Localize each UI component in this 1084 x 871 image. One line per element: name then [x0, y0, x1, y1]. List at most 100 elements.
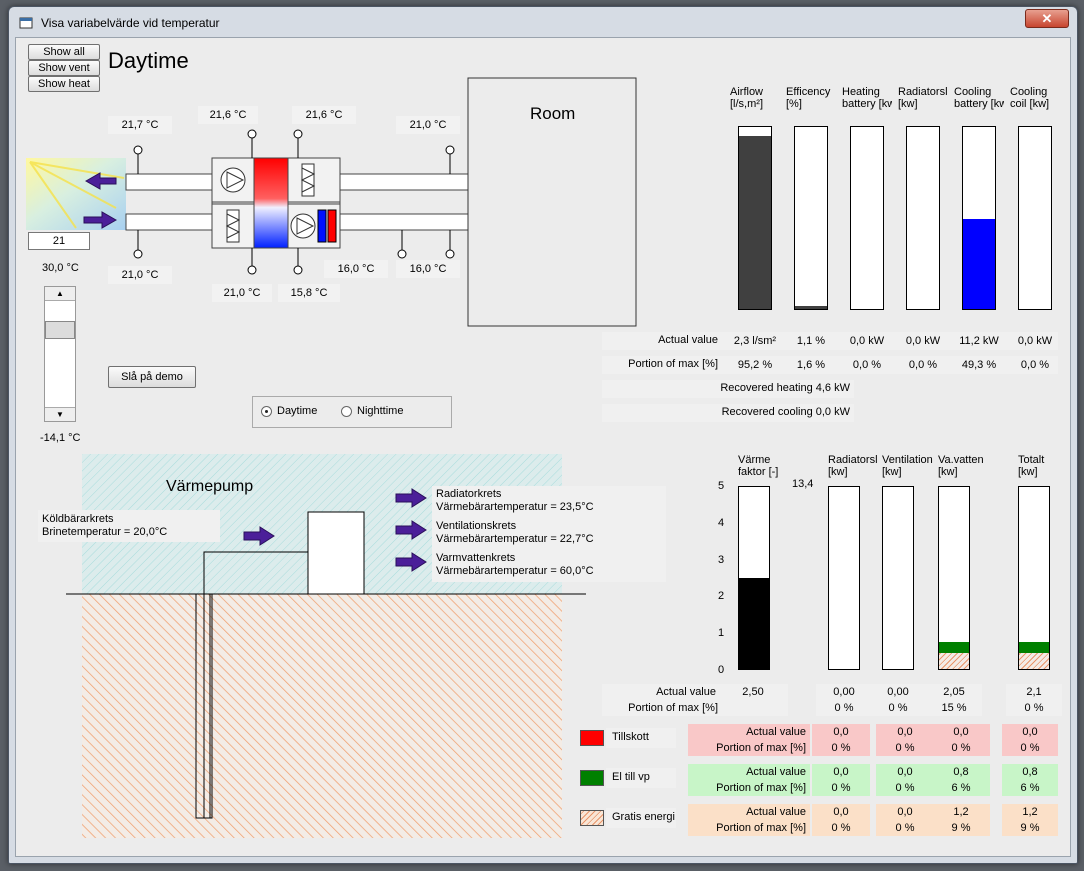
tillskott-portion-value: 0 % — [831, 742, 851, 754]
vent-bar — [1018, 126, 1052, 310]
nighttime-label: Nighttime — [357, 405, 404, 417]
gratis-portion-value: 9 % — [1020, 822, 1040, 834]
heatpump-title: Värmepump — [166, 478, 254, 495]
nighttime-radio[interactable] — [341, 406, 352, 417]
temperature-slider[interactable]: ▲ ▼ — [44, 286, 76, 422]
vent-col-header: Heating battery [kw] — [842, 86, 892, 110]
gratis-actual-value: 1,2 — [953, 806, 969, 818]
circuit-water-temp: Värmebärartemperatur = 60,0°C — [436, 565, 594, 577]
tillskott-portion-value: 0 % — [1020, 742, 1040, 754]
hp-ytick: 2 — [718, 590, 725, 603]
hp-actual-label: Actual value — [656, 686, 716, 698]
tillskott-actual-value: 0,0 — [897, 726, 913, 738]
el-portion-value: 6 % — [1020, 782, 1040, 794]
vent-actual-label: Actual value — [658, 334, 718, 346]
temp-bot-mid1: 21,0 °C — [212, 284, 272, 302]
circuit-vent-temp: Värmebärartemperatur = 22,7°C — [436, 533, 594, 545]
vent-actual-value: 11,2 kW — [959, 335, 999, 347]
app-window: Visa variabelvärde vid temperatur ✕ Show… — [8, 6, 1078, 864]
outdoor-temp-label: 30,0 °C — [42, 262, 79, 274]
slider-down-arrow-icon[interactable]: ▼ — [45, 407, 75, 421]
vent-actual-value: 0,0 kW — [1017, 335, 1053, 347]
vent-bar — [962, 126, 996, 310]
hp-value-box: 2,05 15 % — [926, 684, 982, 716]
daytime-radio[interactable] — [261, 406, 272, 417]
hp-actual-value: 0,00 — [833, 686, 855, 698]
recovered-cooling: Recovered cooling 0,0 kW — [602, 404, 854, 422]
gratis-portion-value: 9 % — [951, 822, 971, 834]
el-value-box: 0,8 6 % — [1002, 764, 1058, 796]
hp-bar — [1018, 486, 1050, 670]
vent-portion-value: 49,3 % — [961, 359, 997, 371]
tillskott-swatch — [580, 730, 604, 746]
gratis-value-box: 0,0 0 % — [812, 804, 870, 836]
hp-ytick: 5 — [718, 480, 725, 492]
tillskott-legend-label: Tillskott — [606, 728, 676, 748]
tillskott-value-box: 0,0 0 % — [1002, 724, 1058, 756]
tillskott-actual-value: 0,0 — [953, 726, 969, 738]
brine-panel: Köldbärarkrets Brinetemperatur = 20,0°C — [38, 510, 220, 542]
vent-portion-value: 0,0 % — [852, 359, 882, 371]
electric-fill — [1019, 641, 1049, 653]
tillskott-portion-value: 0 % — [951, 742, 971, 754]
demo-button[interactable]: Slå på demo — [108, 366, 196, 388]
vent-bar-fill — [795, 306, 827, 309]
gratis-value-box: 1,2 9 % — [1002, 804, 1058, 836]
el-actual-value: 0,8 — [1022, 766, 1038, 778]
hp-col-header: Totalt [kw] — [1018, 454, 1045, 478]
circuit-water-name: Varmvattenkrets — [436, 552, 516, 564]
slider-thumb[interactable] — [45, 320, 75, 339]
temp-bot-mid2: 15,8 °C — [278, 284, 340, 302]
close-button[interactable]: ✕ — [1025, 9, 1069, 28]
mode-radio-group: Daytime Nighttime — [252, 396, 452, 428]
vent-portion-value: 95,2 % — [737, 359, 773, 371]
gratis-actual-value: 1,2 — [1022, 806, 1038, 818]
gratis-labels: Actual value Portion of max [%] — [688, 804, 810, 836]
vent-actual-value: 0,0 kW — [849, 335, 885, 347]
hp-col-header: Radiatorsl [kw] — [828, 454, 878, 478]
hp-actual-value: 2,1 — [1026, 686, 1042, 698]
el-value-box: 0,0 0 % — [812, 764, 870, 796]
title-bar: Visa variabelvärde vid temperatur ✕ — [9, 7, 1077, 37]
temp-bot-left: 21,0 °C — [108, 266, 172, 284]
outdoor-temp-input[interactable] — [28, 232, 90, 250]
circuit-vent-name: Ventilationskrets — [436, 520, 517, 532]
temp-top-left: 21,7 °C — [108, 116, 172, 134]
vent-col-header: Efficency [%] — [786, 86, 831, 110]
hp-bar — [938, 486, 970, 670]
hp-ytick: 4 — [718, 516, 725, 529]
brine-temp: Brinetemperatur = 20,0°C — [42, 526, 168, 538]
vent-col-header: Radiatorsl [kw] — [898, 86, 948, 110]
hp-actual-value: 2,05 — [943, 686, 965, 698]
temp-bot-right1: 16,0 °C — [324, 260, 388, 278]
gratis-value-box: 0,0 0 % — [876, 804, 934, 836]
room-label: Room — [530, 104, 576, 123]
temp-top-mid2: 21,6 °C — [292, 106, 356, 124]
tillskott-value-box: 0,0 0 % — [932, 724, 990, 756]
hp-value-box: 0,00 0 % — [870, 684, 926, 716]
hp-value-box: 0,00 0 % — [816, 684, 872, 716]
hp-actual-value: 0,00 — [887, 686, 909, 698]
free-energy-fill — [939, 652, 969, 669]
el-actual-label: Actual value — [746, 766, 806, 778]
gratis-actual-value: 0,0 — [897, 806, 913, 818]
el-actual-value: 0,0 — [897, 766, 913, 778]
vent-col-header: Cooling coil [kw] — [1010, 86, 1050, 110]
recovered-heating: Recovered heating 4,6 kW — [602, 380, 854, 398]
circuits-panel: Radiatorkrets Värmebärartemperatur = 23,… — [432, 486, 666, 582]
hp-value-box: 2,50 — [724, 684, 782, 700]
hp-value-box: 2,1 0 % — [1006, 684, 1062, 716]
el-portion-value: 0 % — [895, 782, 915, 794]
hp-col-header: Va.vatten [kw] — [938, 454, 984, 478]
hp-actual-value: 2,50 — [742, 686, 764, 698]
hp-portion-value: 0 % — [834, 702, 854, 714]
app-icon — [19, 17, 33, 29]
window-title: Visa variabelvärde vid temperatur — [41, 16, 220, 30]
temp-bot-right2: 16,0 °C — [396, 260, 460, 278]
gratis-actual-value: 0,0 — [833, 806, 849, 818]
vent-bar — [794, 126, 828, 310]
el-portion-value: 6 % — [951, 782, 971, 794]
tillskott-actual-value: 0,0 — [833, 726, 849, 738]
tillskott-value-box: 0,0 0 % — [876, 724, 934, 756]
slider-up-arrow-icon[interactable]: ▲ — [45, 287, 75, 301]
